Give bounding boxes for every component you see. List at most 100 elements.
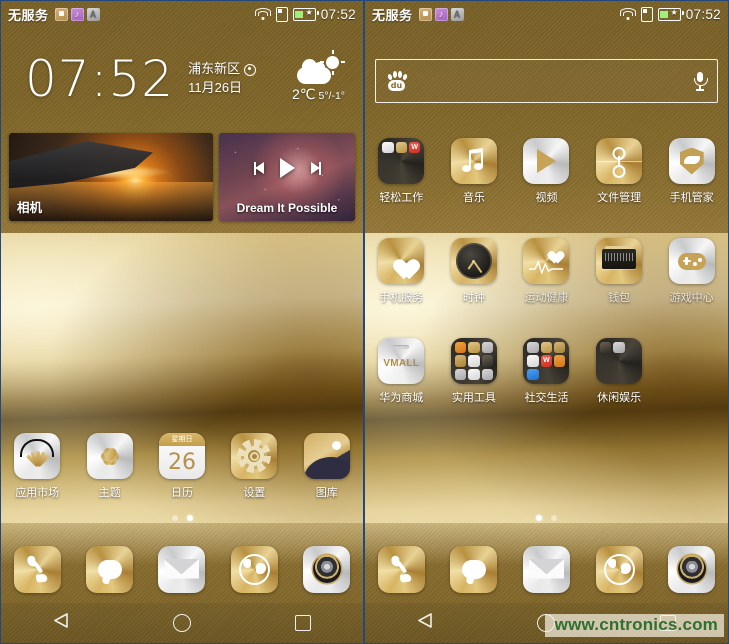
status-bar: 无服务 ★ 07:52 — [1, 1, 363, 27]
music-card[interactable]: Dream It Possible — [219, 133, 355, 221]
notification-icon-music — [70, 7, 84, 21]
page-dot-2[interactable] — [186, 515, 193, 521]
back-triangle-icon[interactable] — [417, 613, 433, 633]
app-label: 手机管家 — [669, 192, 714, 204]
app-icon-video[interactable]: 视频 — [510, 138, 583, 205]
app-icon-calendar[interactable]: 星期日 26 日历 — [146, 433, 218, 500]
app-icon-phonemanager[interactable]: 手机管家 — [655, 138, 728, 205]
phone-dialer-icon — [13, 545, 61, 593]
app-icon-themes[interactable]: 主题 — [73, 433, 145, 500]
dock-slot-phone[interactable] — [365, 545, 438, 593]
weather-block[interactable]: 2℃ 5°/-1° — [292, 49, 355, 103]
dock-left — [1, 539, 363, 599]
phone-dialer-icon — [377, 545, 425, 593]
app-grid-right-row1: 轻松工作 音乐 视频 — [365, 138, 728, 205]
back-triangle-icon[interactable] — [53, 613, 69, 633]
app-icon-health[interactable]: 运动健康 — [510, 238, 583, 305]
app-label: 主题 — [98, 487, 121, 499]
camera-card[interactable]: 相机 — [9, 133, 213, 221]
dock-slot-phone[interactable] — [1, 545, 73, 593]
notification-icon-tan — [54, 7, 68, 21]
app-label: 应用市场 — [15, 487, 60, 499]
microphone-icon[interactable] — [693, 71, 708, 91]
app-icon-music[interactable]: 音乐 — [438, 138, 511, 205]
play-icon[interactable] — [279, 158, 295, 179]
dock-right — [365, 539, 728, 599]
dock-slot-email[interactable] — [146, 545, 218, 593]
dock-slot-email[interactable] — [510, 545, 583, 593]
widget-date-text: 11月26日 — [188, 80, 243, 95]
wifi-icon — [255, 8, 272, 20]
page-dot-2[interactable] — [551, 515, 557, 521]
app-label: 手机服务 — [379, 292, 424, 304]
weather-temp-range: 5°/-1° — [318, 89, 346, 102]
music-note-icon — [450, 138, 497, 184]
app-icon-filemanager[interactable]: 文件管理 — [583, 138, 656, 205]
next-track-icon[interactable] — [309, 161, 321, 175]
dock-slot-camera[interactable] — [655, 545, 728, 593]
email-envelope-icon — [158, 545, 206, 593]
app-icon-folder-tools[interactable]: 实用工具 — [438, 338, 511, 405]
app-icon-appmarket[interactable]: 应用市场 — [1, 433, 73, 500]
app-icon-gamecenter[interactable]: 游戏中心 — [655, 238, 728, 305]
sim-icon — [640, 6, 653, 22]
health-icon — [523, 238, 570, 284]
app-icon-folder-work[interactable]: 轻松工作 — [365, 138, 438, 205]
search-input[interactable] — [408, 59, 693, 103]
home-circle-icon[interactable] — [173, 614, 191, 632]
recents-square-icon[interactable] — [295, 615, 311, 631]
app-grid-left: 应用市场 主题 星期日 26 日历 设置 图库 — [1, 433, 363, 500]
app-label: 图库 — [315, 487, 338, 499]
phone-service-heart-icon — [378, 238, 425, 284]
app-icon-settings[interactable]: 设置 — [218, 433, 290, 500]
partly-cloudy-icon — [295, 49, 341, 84]
wifi-icon — [620, 8, 637, 20]
app-icon-folder-entertainment[interactable]: 休闲娱乐 — [583, 338, 656, 405]
phone-manager-shield-icon — [668, 138, 715, 184]
app-icon-clock[interactable]: 时钟 — [438, 238, 511, 305]
app-label: 钱包 — [608, 292, 631, 304]
app-label: 设置 — [243, 487, 266, 499]
baidu-search-widget[interactable] — [375, 59, 718, 103]
wallet-icon — [596, 238, 643, 284]
location-pin-icon — [244, 63, 257, 76]
calendar-day: 26 — [167, 449, 196, 475]
app-icon-vmall[interactable]: VMALL 华为商城 — [365, 338, 438, 405]
app-icon-folder-social[interactable]: 社交生活 — [510, 338, 583, 405]
app-label: 实用工具 — [451, 392, 496, 404]
sim-icon — [275, 6, 288, 22]
app-icon-phoneservice[interactable]: 手机服务 — [365, 238, 438, 305]
weather-temps: 2℃ 5°/-1° — [292, 86, 345, 103]
dock-slot-browser[interactable] — [218, 545, 290, 593]
battery-icon: ★ — [292, 7, 319, 21]
dock-slot-camera[interactable] — [291, 545, 363, 593]
watermark: www.cntronics.com — [544, 614, 724, 637]
camera-card-label: 相机 — [17, 201, 43, 215]
settings-gear-icon — [231, 433, 278, 479]
status-right: ★ 07:52 — [620, 6, 721, 22]
app-label: 休闲娱乐 — [597, 392, 642, 404]
left-phone-home-screen: 无服务 ★ 07:52 07:52 浦东新区 11月26日 — [0, 0, 364, 644]
app-icon-gallery[interactable]: 图库 — [291, 433, 363, 500]
notification-icon-music — [434, 7, 448, 21]
notification-icons — [54, 7, 100, 21]
widget-location-date: 浦东新区 11月26日 — [188, 60, 257, 98]
app-label: 运动健康 — [524, 292, 569, 304]
dock-slot-messages[interactable] — [438, 545, 511, 593]
dock-slot-messages[interactable] — [73, 545, 145, 593]
right-phone-home-screen: 无服务 ★ 07:52 — [364, 0, 729, 644]
carrier-label: 无服务 — [372, 7, 413, 23]
gallery-icon — [303, 433, 350, 479]
clock-weather-widget[interactable]: 07:52 浦东新区 11月26日 2℃ 5°/-1° — [9, 35, 355, 123]
status-right: ★ 07:52 — [255, 6, 356, 22]
page-dot-1[interactable] — [171, 515, 178, 521]
game-center-icon — [668, 238, 715, 284]
app-icon-wallet[interactable]: 钱包 — [583, 238, 656, 305]
page-dot-1[interactable] — [536, 515, 542, 521]
previous-track-icon[interactable] — [253, 161, 266, 175]
clock-icon — [450, 238, 497, 284]
app-grid-right-row2: 手机服务 时钟 运动健康 钱包 游戏中心 — [365, 238, 728, 305]
dock-slot-browser[interactable] — [583, 545, 656, 593]
app-label: 日历 — [170, 487, 193, 499]
carrier-label: 无服务 — [8, 7, 49, 23]
